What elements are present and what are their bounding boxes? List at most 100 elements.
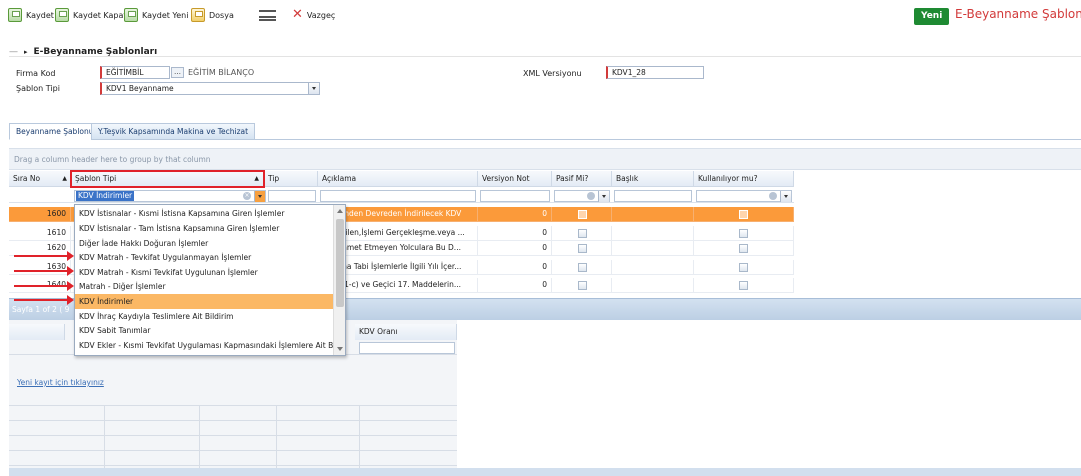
pasif-checkbox[interactable] bbox=[578, 281, 587, 290]
firm-label: Firma Kod bbox=[16, 69, 56, 78]
dropdown-item[interactable]: Matrah - Diğer İşlemler bbox=[75, 279, 333, 294]
cell-pasif bbox=[552, 226, 612, 241]
grid-line bbox=[9, 450, 457, 451]
dropdown-item[interactable]: KDV İstisnalar - Kısmi İstisna Kapsamına… bbox=[75, 206, 333, 221]
new-record-link[interactable]: Yeni kayıt için tıklayınız bbox=[17, 378, 104, 387]
kullaniliyor-checkbox[interactable] bbox=[739, 210, 748, 219]
column-header-label: Sıra No bbox=[13, 174, 41, 183]
pasif-checkbox[interactable] bbox=[578, 263, 587, 272]
dropdown-scrollbar[interactable] bbox=[333, 205, 345, 355]
cell-kullaniliyor bbox=[694, 241, 794, 256]
section-divider bbox=[9, 56, 1081, 57]
save-label: Kaydet bbox=[26, 10, 54, 20]
pasif-checkbox[interactable] bbox=[578, 229, 587, 238]
sort-asc-icon: ▲ bbox=[62, 175, 67, 182]
cell-pasif bbox=[552, 241, 612, 256]
cell-sira-no: 1630 bbox=[9, 260, 71, 275]
kullaniliyor-checkbox[interactable] bbox=[739, 263, 748, 272]
pager-text: Sayfa 1 of 2 ( 9 bbox=[12, 305, 70, 314]
kullaniliyor-filter[interactable] bbox=[696, 190, 792, 202]
kullaniliyor-checkbox[interactable] bbox=[739, 229, 748, 238]
detail-column-header-kdv-orani[interactable]: KDV Oranı bbox=[355, 324, 457, 340]
file-label: Dosya bbox=[209, 10, 234, 20]
kullaniliyor-checkbox[interactable] bbox=[739, 281, 748, 290]
firm-code-field[interactable]: EĞİTİMBİL bbox=[100, 66, 170, 79]
column-header-kullaniliyor-mu[interactable]: Kullanılıyor mu? bbox=[694, 171, 794, 187]
dropdown-item[interactable]: KDV Matrah - Tevkifat Uygulanmayan İşlem… bbox=[75, 250, 333, 265]
firm-lookup-button[interactable]: … bbox=[171, 67, 184, 78]
kullaniliyor-checkbox[interactable] bbox=[739, 244, 748, 253]
dropdown-item[interactable]: KDV İhraç Kaydıyla Teslimlere Ait Bildir… bbox=[75, 309, 333, 324]
column-header-aciklama[interactable]: Açıklama bbox=[318, 171, 478, 187]
toolbar: Kaydet Kaydet Kapat Kaydet Yeni Dosya ✕ … bbox=[0, 0, 1081, 30]
grid-line bbox=[9, 465, 457, 466]
pasif-filter[interactable] bbox=[554, 190, 610, 202]
column-header-versiyon-not[interactable]: Versiyon Not bbox=[478, 171, 552, 187]
versiyon-filter[interactable] bbox=[480, 190, 550, 202]
tip-filter[interactable] bbox=[268, 190, 316, 202]
template-type-filter[interactable]: KDV İndirimler × bbox=[74, 190, 266, 202]
column-header-baslik[interactable]: Başlık bbox=[612, 171, 694, 187]
template-type-dropdown[interactable]: KDV İstisnalar - Kısmi İstisna Kapsamına… bbox=[74, 204, 346, 356]
save-button[interactable]: Kaydet bbox=[8, 7, 54, 23]
annotation-arrow bbox=[14, 266, 74, 276]
pasif-checkbox[interactable] bbox=[578, 210, 587, 219]
save-new-label: Kaydet Yeni bbox=[142, 10, 189, 20]
cell-sira-no: 1620 bbox=[9, 241, 71, 256]
new-badge[interactable]: Yeni bbox=[914, 8, 950, 25]
chevron-down-icon[interactable] bbox=[254, 191, 265, 202]
group-panel[interactable]: Drag a column header here to group by th… bbox=[9, 148, 1081, 170]
annotation-header-highlight bbox=[70, 170, 265, 188]
xml-version-label: XML Versiyonu bbox=[523, 69, 582, 78]
cell-kullaniliyor bbox=[694, 207, 794, 222]
tab-beyanname-sablonu[interactable]: Beyanname Şablonu bbox=[9, 123, 101, 140]
cell-baslik bbox=[612, 241, 694, 256]
cell-kullaniliyor bbox=[694, 260, 794, 275]
cell-pasif bbox=[552, 207, 612, 222]
scroll-down-icon[interactable] bbox=[337, 347, 343, 351]
clear-filter-icon[interactable]: × bbox=[243, 192, 251, 200]
cell-versiyon: 0 bbox=[478, 226, 552, 241]
dropdown-item[interactable]: Diğer İade Hakkı Doğuran İşlemler bbox=[75, 236, 333, 251]
grid-line bbox=[9, 405, 457, 406]
template-type-select[interactable]: KDV1 Beyanname bbox=[100, 82, 320, 95]
kdv-orani-filter[interactable] bbox=[359, 342, 455, 354]
clear-filter-icon[interactable] bbox=[769, 192, 777, 200]
save-close-button[interactable]: Kaydet Kapat bbox=[55, 7, 127, 23]
dropdown-item[interactable]: KDV Ekler - Kısmi Tevkifat Uygulaması Ka… bbox=[75, 338, 333, 353]
dropdown-item-selected[interactable]: KDV İndirimler bbox=[75, 294, 333, 309]
clear-filter-icon[interactable] bbox=[587, 192, 595, 200]
dropdown-item[interactable]: KDV Matrah - Kısmi Tevkifat Uygulunan İş… bbox=[75, 265, 333, 280]
cell-kullaniliyor bbox=[694, 278, 794, 293]
cell-sira-no: 1600 bbox=[9, 207, 71, 222]
cell-pasif bbox=[552, 260, 612, 275]
column-header-sira-no[interactable]: Sıra No ▲ bbox=[9, 171, 71, 187]
cell-versiyon: 0 bbox=[478, 207, 552, 222]
grid-line bbox=[104, 405, 105, 468]
xml-version-field[interactable]: KDV1_28 bbox=[606, 66, 704, 79]
baslik-filter[interactable] bbox=[614, 190, 692, 202]
detail-column-header[interactable] bbox=[9, 324, 65, 340]
file-button[interactable]: Dosya bbox=[191, 7, 234, 23]
aciklama-filter[interactable] bbox=[320, 190, 476, 202]
annotation-arrow bbox=[14, 251, 74, 261]
cell-baslik bbox=[612, 207, 694, 222]
dropdown-item[interactable]: KDV İstisnalar - Tam İstisna Kapsamına G… bbox=[75, 221, 333, 236]
column-header-tip[interactable]: Tip bbox=[264, 171, 318, 187]
save-new-button[interactable]: Kaydet Yeni bbox=[124, 7, 188, 23]
chevron-down-icon[interactable] bbox=[780, 191, 791, 202]
scroll-thumb[interactable] bbox=[336, 219, 344, 307]
dropdown-item[interactable]: KDV Sabit Tanımlar bbox=[75, 323, 333, 338]
cell-versiyon: 0 bbox=[478, 260, 552, 275]
column-header-pasif-mi[interactable]: Pasif Mi? bbox=[552, 171, 612, 187]
cancel-button[interactable]: ✕ Vazgeç bbox=[292, 7, 335, 23]
menu-icon[interactable] bbox=[259, 10, 276, 21]
file-icon bbox=[191, 8, 205, 22]
pasif-checkbox[interactable] bbox=[578, 244, 587, 253]
chevron-down-icon[interactable] bbox=[308, 83, 319, 94]
tab-ytesvik[interactable]: Y.Teşvik Kapsamında Makina ve Techizat bbox=[91, 123, 256, 140]
chevron-down-icon[interactable] bbox=[598, 191, 609, 202]
cell-baslik bbox=[612, 260, 694, 275]
scroll-up-icon[interactable] bbox=[337, 209, 343, 213]
bottom-scrollbar[interactable] bbox=[9, 468, 1081, 476]
